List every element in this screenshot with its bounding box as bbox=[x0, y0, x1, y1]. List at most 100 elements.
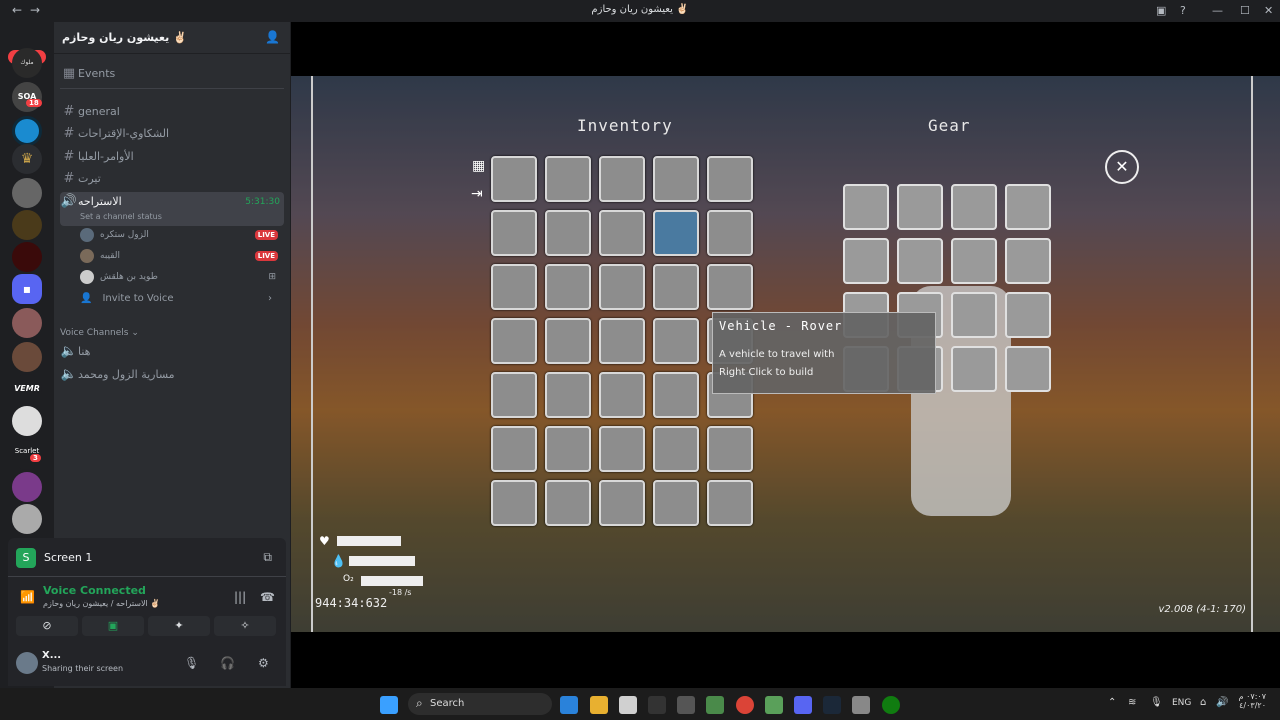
language-indicator[interactable]: ENG bbox=[1172, 698, 1191, 708]
server-icon[interactable] bbox=[12, 308, 42, 338]
voice-connected-label[interactable]: Voice Connected bbox=[43, 584, 146, 597]
folder-icon[interactable]: ▪ bbox=[12, 274, 42, 304]
guild-header[interactable]: ⌄ يعيشون ريان وحازم ✌🏻 👤 bbox=[54, 22, 290, 54]
gear-slot[interactable] bbox=[1005, 184, 1051, 230]
inventory-slot[interactable] bbox=[545, 480, 591, 526]
inventory-slot[interactable] bbox=[599, 372, 645, 418]
mic-icon[interactable]: 🎙 bbox=[1150, 697, 1163, 708]
folder-icon[interactable] bbox=[590, 696, 608, 714]
clock[interactable]: ٠٧:٠٧ م ٤/٠٣/٢٠ bbox=[1236, 692, 1266, 710]
server-icon[interactable] bbox=[12, 178, 42, 208]
gear-slot[interactable] bbox=[897, 184, 943, 230]
xbox-icon[interactable] bbox=[882, 696, 900, 714]
channel-status[interactable]: Set a channel status bbox=[80, 207, 162, 227]
gear-slot[interactable] bbox=[843, 184, 889, 230]
server-icon[interactable] bbox=[12, 242, 42, 272]
guild-name[interactable]: يعيشون ريان وحازم ✌🏻 bbox=[62, 31, 187, 44]
settings-icon[interactable] bbox=[852, 696, 870, 714]
close-icon[interactable]: ✕ bbox=[1105, 150, 1139, 184]
camera-off-button[interactable]: ⊘ bbox=[16, 616, 78, 636]
inventory-slot[interactable] bbox=[599, 480, 645, 526]
channel-general[interactable]: # general bbox=[60, 102, 284, 122]
inbox-icon[interactable]: ▣ bbox=[1156, 4, 1166, 17]
close-icon[interactable]: ✕ bbox=[1264, 4, 1273, 17]
noise-suppression-icon[interactable]: ||| bbox=[234, 590, 246, 604]
inventory-slot[interactable] bbox=[653, 426, 699, 472]
events-item[interactable]: ▦ Events bbox=[60, 64, 284, 84]
gear-slot[interactable] bbox=[951, 238, 997, 284]
gear-slot[interactable] bbox=[897, 238, 943, 284]
add-member-icon[interactable]: 👤 bbox=[265, 30, 280, 44]
inventory-slot[interactable] bbox=[599, 318, 645, 364]
gear-slot[interactable] bbox=[951, 346, 997, 392]
inventory-slot[interactable] bbox=[545, 372, 591, 418]
channel-suggestions[interactable]: # الشكاوي-الإقتراحات bbox=[60, 124, 284, 144]
wifi-icon[interactable]: ≋ bbox=[1128, 697, 1136, 708]
inventory-slot[interactable] bbox=[545, 156, 591, 202]
inventory-slot[interactable] bbox=[653, 264, 699, 310]
inventory-slot[interactable] bbox=[545, 210, 591, 256]
popout-icon[interactable]: ⧉ bbox=[263, 550, 272, 565]
inventory-slot[interactable] bbox=[707, 264, 753, 310]
gear-slot[interactable] bbox=[1005, 292, 1051, 338]
voice-channel[interactable]: 🔈مسارية الزول ومحمد bbox=[60, 365, 284, 385]
voice-channel-active[interactable]: 🔊الاستراحه 5:31:30 Set a channel status bbox=[60, 192, 284, 226]
stream-view[interactable]: Inventory Gear ▦ ⇥ ✕ Vehicle - Rover A v… bbox=[291, 22, 1280, 688]
server-icon[interactable]: SOA bbox=[12, 82, 42, 112]
search-box[interactable]: ⌕ Search bbox=[408, 693, 552, 715]
inventory-slot[interactable] bbox=[707, 426, 753, 472]
screen-share-button[interactable]: ▣ bbox=[82, 616, 144, 636]
inventory-slot[interactable] bbox=[491, 210, 537, 256]
edge-icon[interactable] bbox=[560, 696, 578, 714]
server-icon[interactable]: ملوك الشيطون bbox=[12, 48, 42, 78]
microphone-icon[interactable]: 🎙 bbox=[184, 656, 199, 670]
minimize-icon[interactable]: — bbox=[1212, 4, 1223, 17]
sort-icon[interactable]: ▦ bbox=[472, 158, 485, 174]
inventory-slot[interactable] bbox=[491, 426, 537, 472]
app-icon[interactable] bbox=[706, 696, 724, 714]
maximize-icon[interactable]: ☐ bbox=[1240, 4, 1250, 17]
inventory-slot[interactable] bbox=[653, 156, 699, 202]
app-icon[interactable] bbox=[677, 696, 695, 714]
gear-slot[interactable] bbox=[1005, 238, 1051, 284]
soundboard-button[interactable]: ✧ bbox=[214, 616, 276, 636]
server-icon[interactable] bbox=[12, 210, 42, 240]
help-icon[interactable]: ? bbox=[1180, 4, 1186, 17]
volume-icon[interactable]: 🔊 bbox=[1216, 697, 1228, 708]
voice-user[interactable]: الزول ستكره LIVE bbox=[80, 225, 280, 245]
channel-orders[interactable]: # الأوامر-العليا bbox=[60, 147, 284, 167]
inventory-slot[interactable] bbox=[599, 156, 645, 202]
game-scene[interactable]: Inventory Gear ▦ ⇥ ✕ Vehicle - Rover A v… bbox=[291, 76, 1280, 632]
inventory-slot[interactable] bbox=[707, 480, 753, 526]
network-icon[interactable]: ⌂ bbox=[1200, 697, 1206, 708]
inventory-slot[interactable] bbox=[491, 264, 537, 310]
inventory-slot[interactable] bbox=[653, 210, 699, 256]
inventory-slot[interactable] bbox=[599, 210, 645, 256]
app-icon[interactable] bbox=[648, 696, 666, 714]
disconnect-icon[interactable]: ☎ bbox=[260, 590, 275, 604]
inventory-slot[interactable] bbox=[707, 210, 753, 256]
inventory-slot[interactable] bbox=[491, 480, 537, 526]
inventory-slot[interactable] bbox=[599, 264, 645, 310]
inventory-slot[interactable] bbox=[599, 426, 645, 472]
server-icon[interactable] bbox=[12, 116, 42, 146]
server-icon[interactable]: ♛ bbox=[12, 144, 42, 174]
inventory-slot[interactable] bbox=[545, 318, 591, 364]
tray-chevron-icon[interactable]: ⌃ bbox=[1108, 697, 1116, 708]
drop-icon[interactable]: ⇥ bbox=[471, 186, 483, 202]
store-icon[interactable] bbox=[619, 696, 637, 714]
avatar[interactable] bbox=[16, 652, 38, 674]
voice-category[interactable]: Voice Channels ⌄ bbox=[60, 328, 139, 338]
inventory-slot[interactable] bbox=[653, 480, 699, 526]
inventory-slot[interactable] bbox=[653, 318, 699, 364]
app-icon[interactable] bbox=[765, 696, 783, 714]
start-icon[interactable] bbox=[380, 696, 398, 714]
activities-button[interactable]: ✦ bbox=[148, 616, 210, 636]
steam-icon[interactable] bbox=[823, 696, 841, 714]
inventory-slot[interactable] bbox=[491, 318, 537, 364]
channel-tirt[interactable]: # تيرت bbox=[60, 169, 284, 189]
server-icon[interactable] bbox=[12, 406, 42, 436]
inventory-slot[interactable] bbox=[491, 372, 537, 418]
server-icon[interactable]: VEMR bbox=[12, 374, 42, 404]
gear-slot[interactable] bbox=[951, 184, 997, 230]
